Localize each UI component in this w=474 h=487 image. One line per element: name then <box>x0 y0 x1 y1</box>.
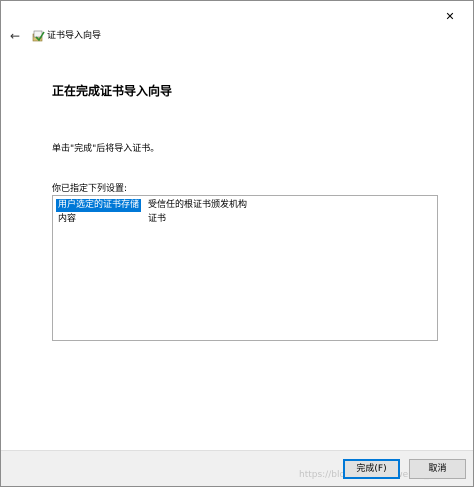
certificate-wizard-icon <box>32 30 45 42</box>
button-bar: https://blog.csdn.net/weixin_4... 完成(F) … <box>1 450 473 486</box>
description-text: 单击"完成"后将导入证书。 <box>52 144 160 154</box>
wizard-nav-row: ← 证书导入向导 <box>1 27 473 47</box>
settings-list[interactable]: 用户选定的证书存储 受信任的根证书颁发机构 内容 证书 <box>52 195 438 341</box>
setting-value: 证书 <box>148 214 167 224</box>
cancel-button[interactable]: 取消 <box>409 459 466 479</box>
setting-value: 受信任的根证书颁发机构 <box>148 200 248 210</box>
page-heading: 正在完成证书导入向导 <box>52 84 173 98</box>
settings-label: 你已指定下列设置: <box>52 184 128 194</box>
certificate-import-wizard-window: ✕ ← 证书导入向导 正在完成证书导入向导 单击"完成"后将导入证书。 你已指定… <box>0 0 474 487</box>
setting-key: 内容 <box>58 214 77 224</box>
setting-key: 用户选定的证书存储 <box>56 199 142 212</box>
wizard-title: 证书导入向导 <box>47 31 102 41</box>
arrow-left-icon: ← <box>9 29 21 43</box>
back-button[interactable]: ← <box>6 27 24 45</box>
finish-button[interactable]: 完成(F) <box>343 459 400 479</box>
close-icon: ✕ <box>445 9 455 23</box>
